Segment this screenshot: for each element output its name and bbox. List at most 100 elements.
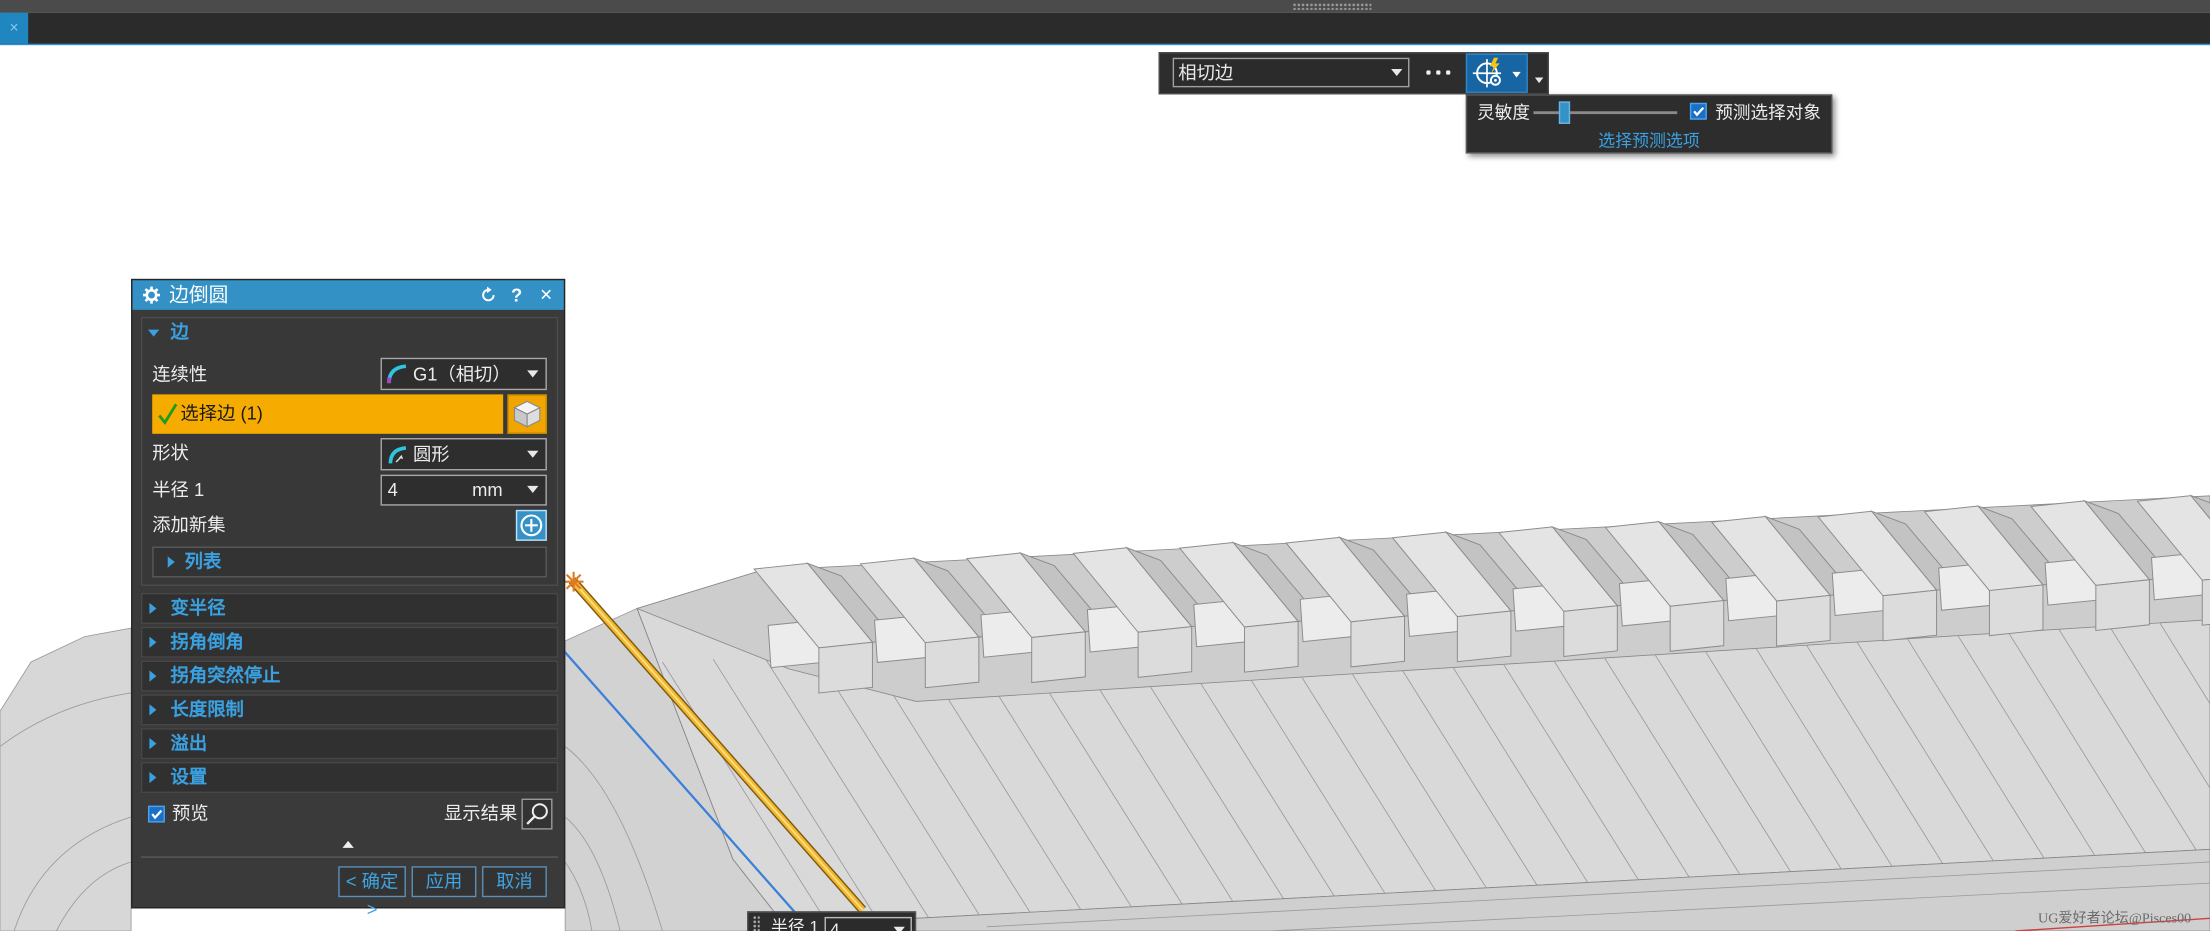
tooth-front-face[interactable] (1669, 600, 1725, 652)
chevron-down-icon (1512, 71, 1521, 78)
preview-checkbox[interactable] (147, 805, 165, 823)
show-result-button[interactable] (521, 798, 553, 830)
left-body-surface[interactable] (0, 627, 132, 931)
section-stop-short-of-corner[interactable]: 拐角突然停止 (140, 660, 559, 692)
tooth-front-face[interactable] (818, 641, 873, 694)
select-edge-label: 选择边 (1) (180, 402, 263, 424)
collapse-triangle-icon[interactable] (147, 329, 160, 337)
gear-icon[interactable] (142, 286, 161, 304)
checkmark-icon (151, 809, 163, 820)
tooth-front-face[interactable] (1456, 610, 1512, 663)
section-settings[interactable]: 设置 (140, 761, 559, 793)
edge-start-marker-icon (563, 571, 584, 592)
dialog-divider (140, 856, 559, 858)
section-overflow[interactable]: 溢出 (140, 728, 559, 760)
radius-label: 半径 1 (152, 478, 205, 501)
cancel-button[interactable]: 取消 (482, 866, 547, 898)
continuity-dropdown[interactable]: G1（相切） (380, 357, 547, 391)
edge-section-header[interactable]: 边 (171, 318, 189, 346)
select-edge-row[interactable]: 选择边 (1) (152, 394, 504, 434)
tab-close-button[interactable]: × (0, 12, 29, 44)
shape-dropdown[interactable]: 圆形 (380, 438, 547, 471)
chevron-down-icon (527, 370, 539, 378)
radius-handle-toolbar: 半径 1 4 (747, 911, 917, 931)
watermark-text: UG爱好者论坛@Pisces00 (2038, 911, 2192, 927)
expand-triangle-icon (149, 738, 157, 750)
g1-tangent-icon (387, 364, 407, 384)
dialog-title-bar[interactable]: 边倒圆 ? × (132, 280, 564, 310)
section-length-limit[interactable]: 长度限制 (140, 694, 559, 726)
sensitivity-slider-handle[interactable] (1559, 101, 1571, 124)
preview-label: 预览 (171, 802, 209, 824)
drag-grip-icon[interactable] (752, 915, 760, 931)
selection-prediction-popup: 灵敏度 预测选择对象 选择预测选项 (1465, 94, 1833, 154)
select-by-face-button[interactable] (507, 394, 547, 434)
section-label: 拐角倒角 (170, 630, 244, 653)
tooth-front-face[interactable] (1031, 631, 1086, 684)
cube-icon (513, 400, 542, 428)
expand-triangle-icon (149, 670, 157, 682)
tooth-front-face[interactable] (2201, 575, 2210, 626)
tooth-front-face[interactable] (1988, 584, 2044, 637)
edge-blend-dialog: 边倒圆 ? × 边 连续性 G1（相切） 选择边 (1) 形状 圆形 半径 1 … (131, 278, 566, 920)
expand-triangle-icon (149, 704, 157, 716)
chevron-down-icon[interactable] (893, 926, 905, 931)
type-filter-value: 相切边 (1178, 61, 1234, 84)
tooth-front-face[interactable] (2095, 579, 2150, 631)
help-icon[interactable]: ? (507, 286, 525, 304)
selection-intent-button[interactable] (1465, 53, 1528, 93)
tooth-front-face[interactable] (1882, 589, 1938, 642)
close-icon[interactable]: × (537, 285, 555, 306)
sensitivity-slider[interactable] (1533, 101, 1678, 124)
radius-handle-input[interactable]: 4 (824, 916, 912, 931)
apply-button[interactable]: 应用 (411, 866, 477, 898)
radius-handle-value[interactable]: 4 (830, 918, 839, 931)
window-top-strip (0, 0, 2210, 13)
type-filter-dropdown[interactable]: 相切边 (1172, 57, 1410, 88)
checkmark-icon (158, 403, 178, 425)
add-new-set-label: 添加新集 (152, 514, 226, 536)
section-label: 设置 (170, 766, 208, 788)
nx-workspace: × 相切边 灵敏度 预测选择对象 选择预测选项 边倒圆 ? × 边 连续性 G1… (0, 0, 2210, 931)
dialog-title: 边倒圆 (169, 283, 229, 306)
more-dots-icon (1426, 70, 1431, 75)
section-variable-radius[interactable]: 变半径 (140, 592, 559, 624)
radius-input[interactable]: 4 mm (380, 474, 547, 506)
more-options-button[interactable] (1421, 61, 1455, 85)
show-result-label: 显示结果 (443, 802, 518, 824)
more-dots-icon-dot (1436, 70, 1441, 75)
tooth-front-face[interactable] (1563, 605, 1618, 658)
section-label: 变半径 (170, 597, 226, 619)
chevron-down-icon (1534, 77, 1544, 84)
circular-shape-icon (388, 446, 407, 464)
radius-handle-label: 半径 1 (770, 916, 819, 931)
continuity-label: 连续性 (152, 363, 208, 385)
add-circle-icon (520, 514, 543, 537)
chevron-down-icon (527, 450, 539, 458)
tab-bar (0, 12, 2210, 46)
chevron-down-icon[interactable] (527, 485, 539, 493)
predict-selection-label: 预测选择对象 (1715, 102, 1822, 123)
prediction-options-link[interactable]: 选择预测选项 (1467, 130, 1831, 153)
window-grip-handle[interactable] (1292, 2, 1372, 10)
radius-value[interactable]: 4 (388, 476, 398, 504)
add-new-set-button[interactable] (515, 509, 547, 541)
ok-button[interactable]: < 确定 > (338, 866, 406, 920)
continuity-value: G1（相切） (412, 363, 511, 385)
list-subsection[interactable]: 列表 (152, 546, 547, 578)
selection-intent-icon (1472, 57, 1502, 88)
section-corner-setback[interactable]: 拐角倒角 (140, 626, 559, 658)
shape-label: 形状 (152, 442, 189, 464)
radius-unit: mm (472, 478, 503, 501)
chevron-down-icon (1391, 69, 1403, 77)
tooth-front-face[interactable] (1137, 626, 1193, 678)
tooth-front-face[interactable] (924, 636, 980, 689)
reset-icon[interactable] (479, 286, 497, 304)
tooth-front-face[interactable] (1244, 620, 1299, 673)
collapse-dialog-arrow-icon[interactable] (342, 840, 354, 848)
predict-selection-checkbox[interactable] (1689, 102, 1707, 120)
more-dots-icon-dot (1446, 70, 1451, 75)
tooth-front-face[interactable] (1350, 615, 1406, 668)
toolbar-overflow-button[interactable] (1532, 73, 1546, 87)
tooth-front-face[interactable] (1776, 594, 1831, 647)
